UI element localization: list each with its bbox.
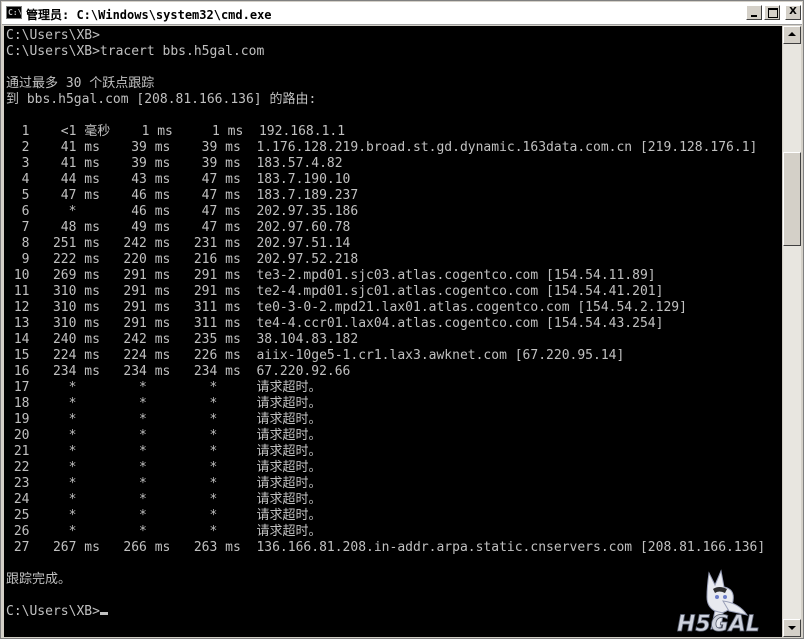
console-line: 18 * * * 请求超时。 — [6, 396, 322, 411]
cmd-window: C:\ 管理员: C:\Windows\system32\cmd.exe X C… — [0, 0, 804, 639]
console-line: 9 222 ms 220 ms 216 ms 202.97.52.218 — [6, 252, 359, 267]
maximize-button[interactable] — [764, 5, 780, 20]
text-cursor — [99, 612, 108, 615]
watermark-text: H5GAL — [677, 612, 760, 635]
cmd-icon[interactable]: C:\ — [6, 6, 22, 19]
title-bar[interactable]: C:\ 管理员: C:\Windows\system32\cmd.exe X — [2, 2, 802, 25]
console-line: 4 44 ms 43 ms 47 ms 183.7.190.10 — [6, 172, 351, 187]
console-line: 5 47 ms 46 ms 47 ms 183.7.189.237 — [6, 188, 359, 203]
console-text: C:\Users\XB> C:\Users\XB>tracert bbs.h5ga… — [6, 28, 765, 620]
console-line: 13 310 ms 291 ms 311 ms te4-4.ccr01.lax0… — [6, 316, 664, 331]
console-line: 通过最多 30 个跃点跟踪 — [6, 76, 155, 91]
maximize-icon — [768, 8, 778, 18]
window-title: 管理员: C:\Windows\system32\cmd.exe — [26, 8, 272, 22]
console-line: 23 * * * 请求超时。 — [6, 476, 322, 491]
console-line: 14 240 ms 242 ms 235 ms 38.104.83.182 — [6, 332, 359, 347]
console-line: 12 310 ms 291 ms 311 ms te0-3-0-2.mpd21.… — [6, 300, 687, 315]
console-line: 17 * * * 请求超时。 — [6, 380, 322, 395]
console-line: 2 41 ms 39 ms 39 ms 1.176.128.219.broad.… — [6, 140, 758, 155]
console-line: 22 * * * 请求超时。 — [6, 460, 322, 475]
console-line: 10 269 ms 291 ms 291 ms te3-2.mpd01.sjc0… — [6, 268, 656, 283]
console-line: 27 267 ms 266 ms 263 ms 136.166.81.208.i… — [6, 540, 766, 555]
console-line: 11 310 ms 291 ms 291 ms te2-4.mpd01.sjc0… — [6, 284, 664, 299]
console-line: 8 251 ms 242 ms 231 ms 202.97.51.14 — [6, 236, 351, 251]
minimize-button[interactable] — [746, 5, 762, 20]
arrow-down-icon — [788, 626, 796, 630]
console-line: 21 * * * 请求超时。 — [6, 444, 322, 459]
console-line: C:\Users\XB>tracert bbs.h5gal.com — [6, 44, 265, 59]
console-line: 19 * * * 请求超时。 — [6, 412, 322, 427]
console-line: 到 bbs.h5gal.com [208.81.166.136] 的路由: — [6, 92, 317, 107]
console-line: 15 224 ms 224 ms 226 ms aiix-10ge5-1.cr1… — [6, 348, 625, 363]
console-output[interactable]: C:\Users\XB> C:\Users\XB>tracert bbs.h5ga… — [4, 26, 782, 637]
console-line: C:\Users\XB> — [6, 28, 100, 43]
vertical-scrollbar[interactable] — [783, 26, 801, 637]
console-line: 3 41 ms 39 ms 39 ms 183.57.4.82 — [6, 156, 343, 171]
console-line: 24 * * * 请求超时。 — [6, 492, 322, 507]
console-line: 跟踪完成。 — [6, 572, 72, 587]
close-button[interactable]: X — [785, 5, 801, 20]
scroll-down-button[interactable] — [783, 619, 801, 637]
console-line: 25 * * * 请求超时。 — [6, 508, 322, 523]
console-line: C:\Users\XB> — [6, 604, 765, 620]
minimize-icon — [751, 15, 757, 17]
console-line: 6 * 46 ms 47 ms 202.97.35.186 — [6, 204, 359, 219]
h5gal-watermark-logo: H5GAL — [677, 569, 760, 635]
console-line: 16 234 ms 234 ms 234 ms 67.220.92.66 — [6, 364, 351, 379]
console-line: 1 <1 毫秒 1 ms 1 ms 192.168.1.1 — [6, 124, 346, 139]
console-line: 26 * * * 请求超时。 — [6, 524, 322, 539]
scrollbar-thumb[interactable] — [783, 152, 801, 246]
console-line: 7 48 ms 49 ms 47 ms 202.97.60.78 — [6, 220, 351, 235]
console-line: 20 * * * 请求超时。 — [6, 428, 322, 443]
close-icon: X — [789, 6, 797, 17]
scroll-up-button[interactable] — [783, 26, 801, 44]
arrow-up-icon — [788, 32, 796, 36]
